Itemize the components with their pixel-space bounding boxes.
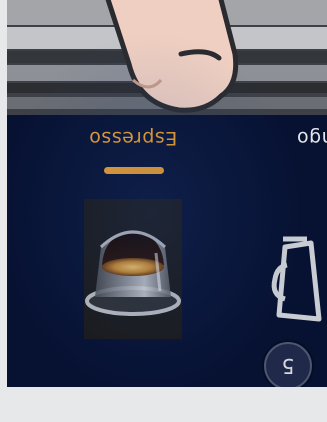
- step-number-badge: 5: [264, 342, 312, 387]
- selected-indicator: [104, 167, 164, 174]
- machine-display-photo: Espresso Lungo 5: [0, 0, 327, 422]
- lungo-label: Lungo: [296, 127, 327, 149]
- pointing-finger-icon: [89, 0, 279, 124]
- espresso-cup-icon: [85, 230, 181, 316]
- espresso-label: Espresso: [88, 127, 178, 149]
- espresso-option[interactable]: [84, 199, 182, 339]
- touch-screen: Espresso Lungo 5: [7, 0, 327, 387]
- lungo-cup-icon: [271, 236, 322, 322]
- machine-bezel: [0, 387, 327, 422]
- step-number: 5: [281, 354, 295, 378]
- lungo-option[interactable]: [269, 199, 327, 339]
